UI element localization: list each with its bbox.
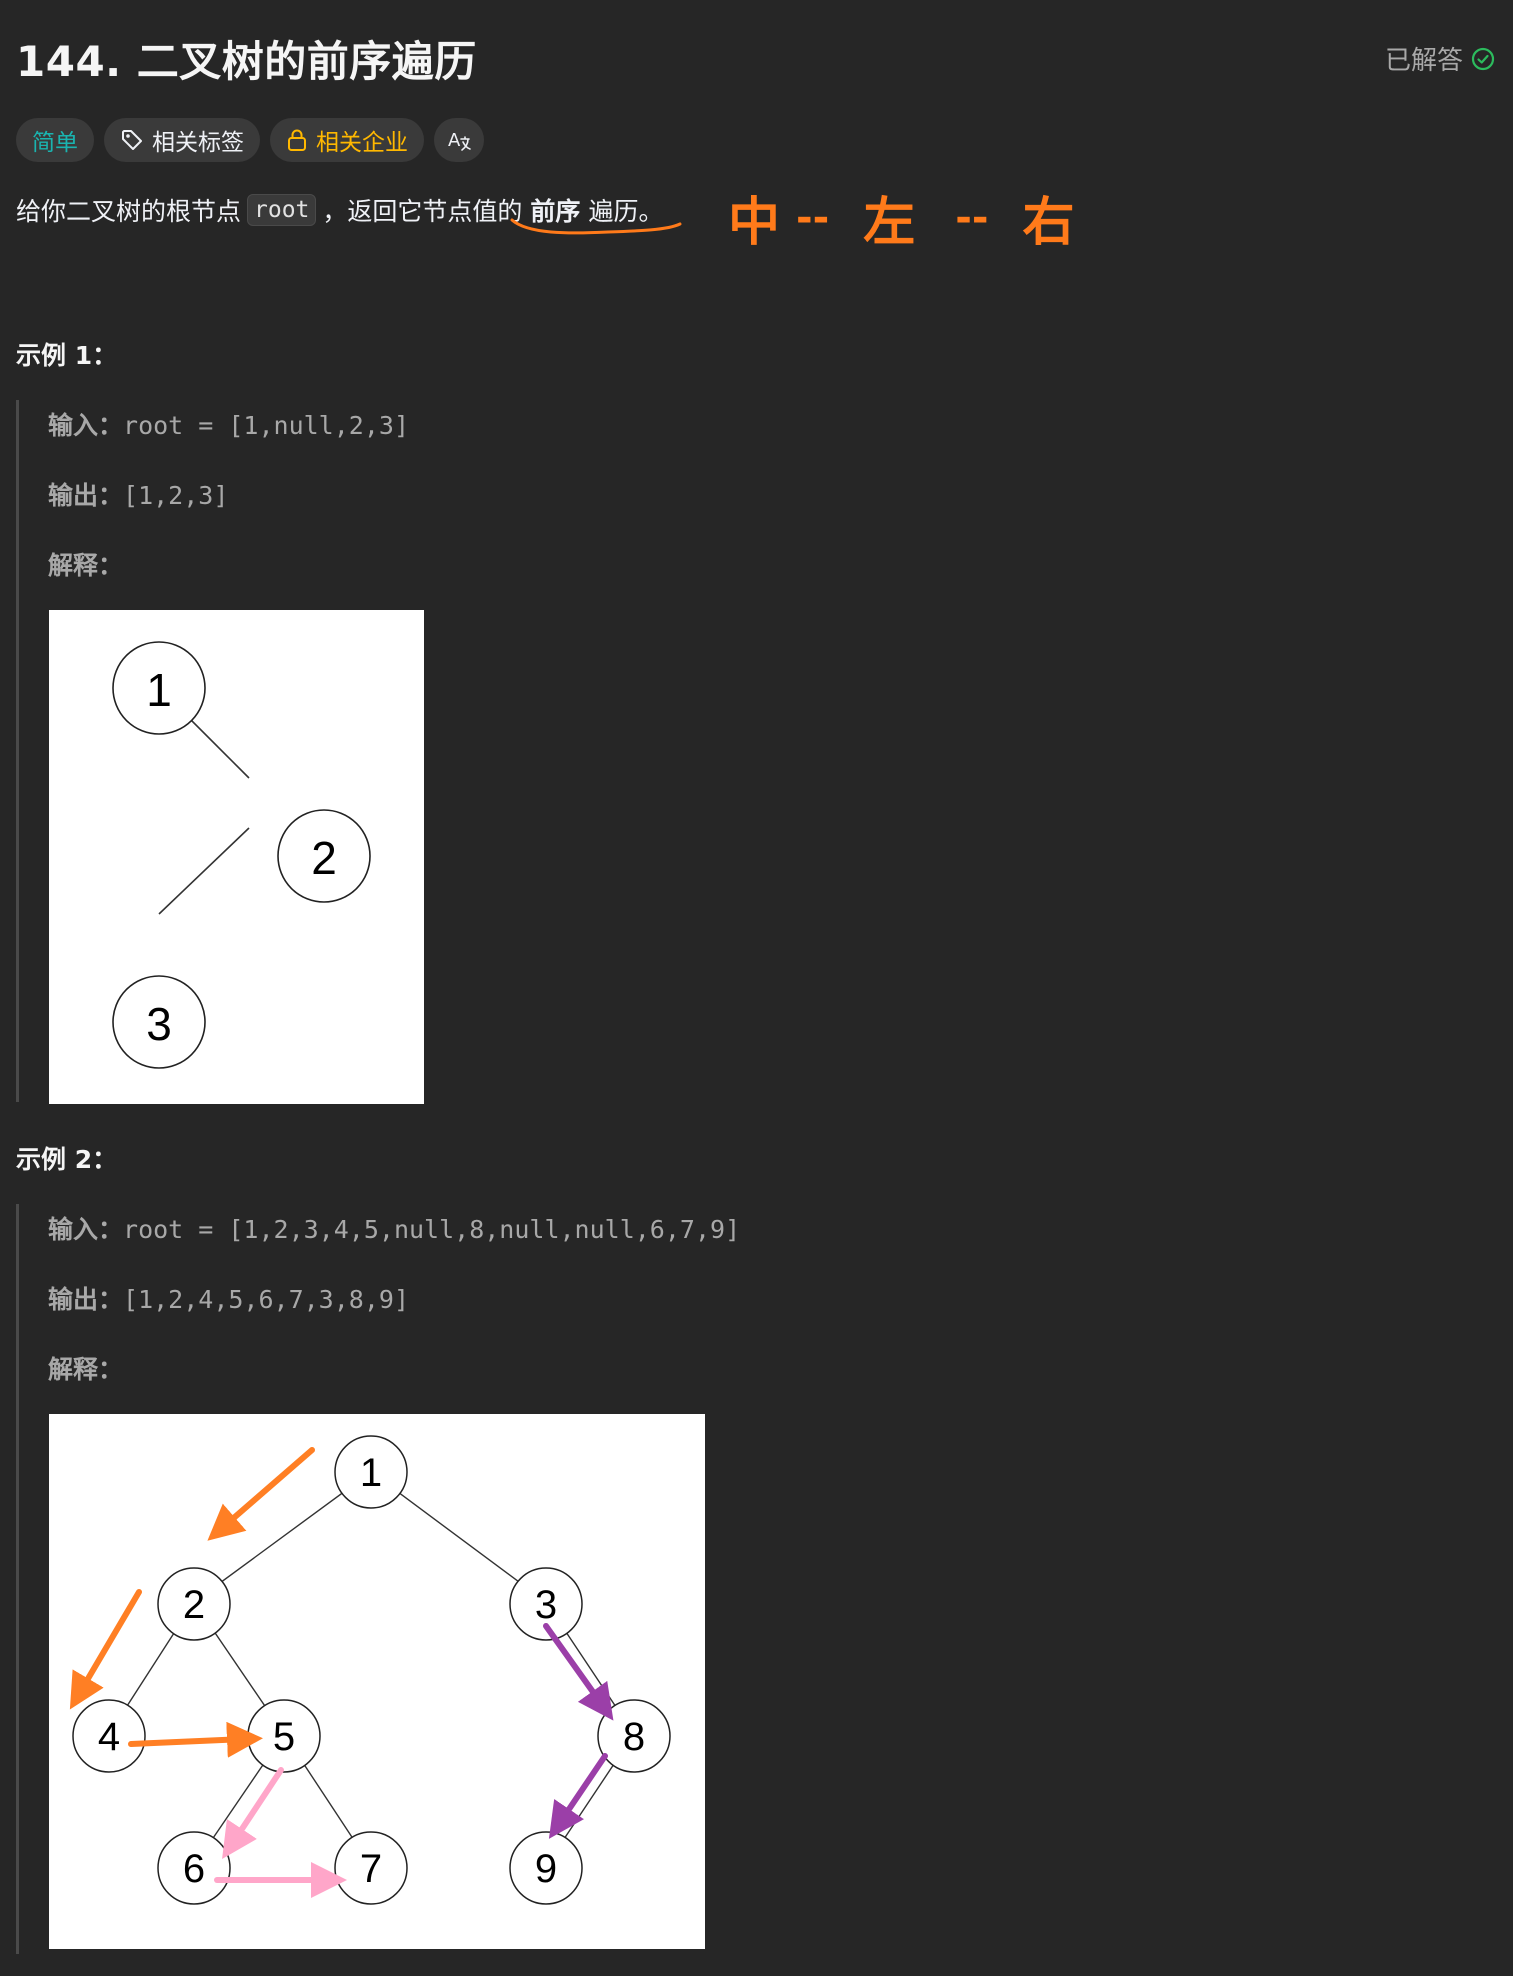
output-label: 输出：: [48, 481, 124, 510]
svg-text:9: 9: [535, 1847, 557, 1891]
tree-node: 2: [277, 809, 371, 903]
tree-node: 7: [334, 1831, 408, 1905]
traversal-order-annotation: 中 -- 左 -- 右: [728, 180, 1074, 255]
input-label: 输入：: [48, 1215, 124, 1244]
description-text-start: 给你二叉树的根节点: [16, 197, 242, 226]
tree-node: 1: [112, 641, 206, 735]
tree-node: 1: [334, 1435, 408, 1509]
problem-title: 144. 二叉树的前序遍历: [16, 37, 477, 86]
svg-text:3: 3: [535, 1583, 557, 1627]
difficulty-label: 简单: [32, 130, 78, 156]
related-companies-button[interactable]: 相关企业: [270, 118, 424, 162]
example-2-block: [16, 1204, 19, 1954]
input-value: root = [1,null,2,3]: [123, 411, 409, 440]
explain-label: 解释：: [48, 551, 124, 580]
input-value: root = [1,2,3,4,5,null,8,null,null,6,7,9…: [123, 1215, 741, 1244]
difficulty-badge[interactable]: 简单: [16, 118, 94, 162]
example-2-tree-image: 1 2 3 4 5 8 6 7 9: [49, 1414, 705, 1949]
orange-arrow: [207, 1447, 315, 1541]
svg-text:7: 7: [360, 1847, 382, 1891]
check-circle-icon: [1471, 47, 1495, 71]
explain-label: 解释：: [48, 1355, 124, 1384]
order-left: 左: [863, 193, 916, 253]
order-sep-2: --: [955, 194, 989, 241]
output-label: 输出：: [48, 1285, 124, 1314]
tree-node: 6: [157, 1831, 231, 1905]
svg-text:8: 8: [623, 1715, 645, 1759]
example-1-block: [16, 400, 19, 1102]
svg-text:1: 1: [146, 664, 172, 716]
tree-node: 3: [112, 975, 206, 1069]
lock-icon: [286, 128, 308, 152]
purple-arrow: [548, 1753, 608, 1839]
example-1-output: 输出：[1,2,3]: [48, 476, 228, 512]
pink-arrow: [222, 1767, 284, 1860]
related-companies-label: 相关企业: [316, 130, 408, 156]
output-value: [1,2,4,5,6,7,3,8,9]: [123, 1285, 409, 1314]
handwritten-underline: [510, 218, 682, 235]
example-2-output: 输出：[1,2,4,5,6,7,3,8,9]: [48, 1280, 409, 1316]
order-sep-1: --: [796, 194, 830, 241]
description-text-middle: ，返回它节点值的: [322, 197, 523, 226]
example-2-explain: 解释：: [48, 1350, 123, 1386]
solved-status: 已解答: [1385, 40, 1495, 77]
example-2-heading: 示例 2：: [16, 1145, 118, 1174]
orange-arrow: [69, 1589, 142, 1710]
tree-node: 2: [157, 1567, 231, 1641]
example-1-explain: 解释：: [48, 546, 123, 582]
orange-arrow: [128, 1721, 263, 1758]
order-mid: 中: [728, 193, 781, 253]
example-1-tree-image: 1 2 3: [49, 610, 424, 1104]
translate-icon: A: [446, 128, 472, 152]
svg-text:2: 2: [311, 832, 337, 884]
output-value: [1,2,3]: [123, 481, 229, 510]
svg-text:2: 2: [183, 1583, 205, 1627]
tree-node: 9: [509, 1831, 583, 1905]
svg-text:6: 6: [183, 1847, 205, 1891]
svg-text:A: A: [448, 130, 461, 151]
translate-button[interactable]: A: [434, 118, 484, 162]
svg-text:3: 3: [146, 998, 172, 1050]
tree-node: 5: [247, 1699, 321, 1773]
example-2-input: 输入：root = [1,2,3,4,5,null,8,null,null,6,…: [48, 1210, 740, 1246]
inline-code-root: root: [247, 194, 317, 226]
related-tags-button[interactable]: 相关标签: [104, 118, 260, 162]
related-tags-label: 相关标签: [152, 130, 244, 156]
order-right: 右: [1022, 193, 1075, 253]
svg-text:4: 4: [98, 1715, 120, 1759]
purple-arrow: [543, 1623, 614, 1721]
tree-node: 8: [597, 1699, 671, 1773]
example-1-input: 输入：root = [1,null,2,3]: [48, 406, 409, 442]
svg-text:1: 1: [360, 1451, 382, 1495]
tag-icon: [120, 128, 144, 152]
example-1-heading: 示例 1：: [16, 341, 118, 370]
solved-label: 已解答: [1384, 46, 1463, 76]
tag-bar: 简单 相关标签 相关企业 A: [16, 118, 484, 162]
tree-node: 4: [72, 1699, 146, 1773]
input-label: 输入：: [48, 411, 124, 440]
svg-text:5: 5: [273, 1715, 295, 1759]
